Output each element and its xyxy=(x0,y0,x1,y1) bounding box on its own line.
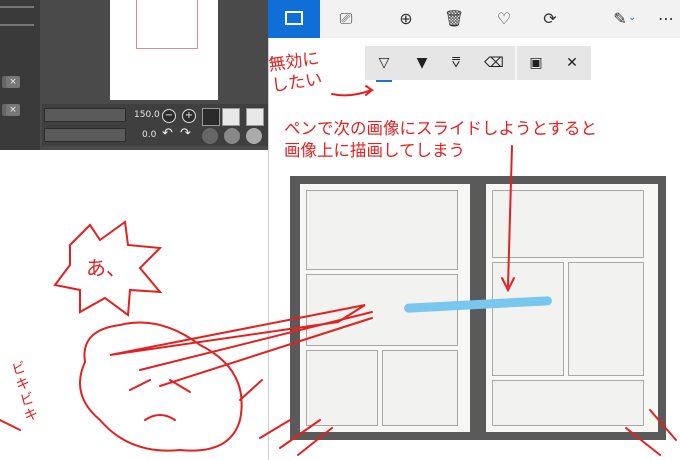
motion-lines-left xyxy=(259,419,333,456)
arrow-to-stroke xyxy=(501,145,515,293)
speed-lines xyxy=(109,304,373,387)
arrow-to-pen-icon xyxy=(331,85,375,97)
annotation-explain-line1: ペンで次の画像にスライドしようとすると xyxy=(284,119,598,138)
annotation-exclaim: あ、 xyxy=(86,256,126,280)
motion-lines-misc xyxy=(0,379,263,431)
annotation-drawing xyxy=(0,85,677,456)
annotation-disable-note: 無効に したい xyxy=(267,48,324,97)
motion-lines-right xyxy=(625,409,677,456)
annotation-explain-line2: 画像上に描画してしまう xyxy=(284,141,466,160)
